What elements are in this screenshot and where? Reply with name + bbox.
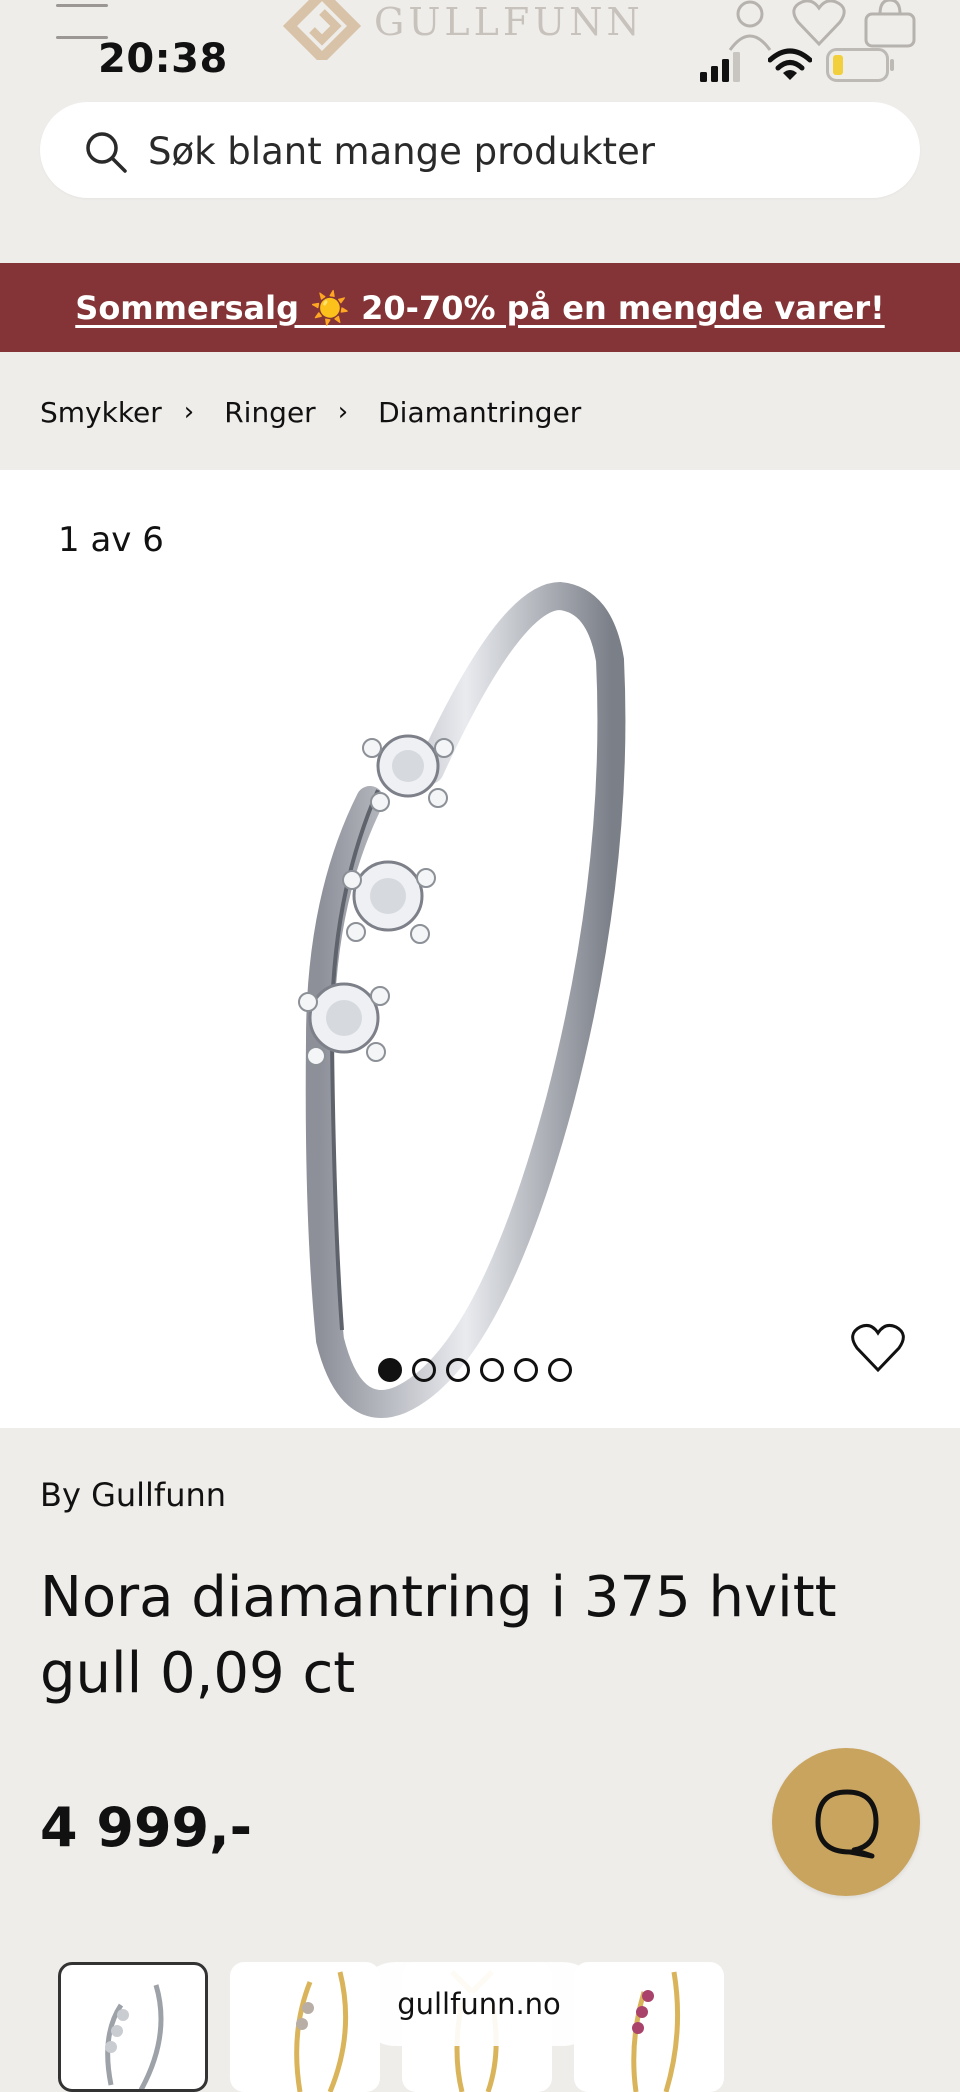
pagination-dot[interactable] <box>480 1358 504 1382</box>
status-time: 20:38 <box>98 36 228 82</box>
pagination-dot[interactable] <box>412 1358 436 1382</box>
pagination-dot[interactable] <box>514 1358 538 1382</box>
image-counter: 1 av 6 <box>58 520 164 560</box>
chevron-right-icon: › <box>183 397 195 427</box>
product-image-gallery[interactable]: 1 av 6 <box>0 470 960 1428</box>
chat-button[interactable] <box>772 1748 920 1896</box>
thumbnail-image <box>294 1971 349 2092</box>
heart-icon[interactable] <box>792 0 846 46</box>
chevron-right-icon: › <box>337 397 349 427</box>
product-image[interactable] <box>260 540 680 1420</box>
browser-url-pill[interactable]: gullfunn.no <box>354 1962 604 2046</box>
pagination-dot[interactable] <box>446 1358 470 1382</box>
pagination-dot[interactable] <box>378 1358 402 1382</box>
product-price: 4 999,- <box>40 1796 253 1859</box>
search-icon <box>86 132 127 173</box>
favorite-icon[interactable] <box>850 1322 906 1374</box>
account-icon[interactable] <box>728 0 772 52</box>
breadcrumb-item-diamantringer[interactable]: Diamantringer <box>378 396 581 429</box>
breadcrumb-item-ringer[interactable]: Ringer <box>224 396 316 429</box>
search-input[interactable]: Søk blant mange produkter <box>148 130 655 173</box>
promo-link[interactable]: Sommersalg ☀️ 20-70% på en mengde varer! <box>75 289 884 327</box>
browser-url[interactable]: gullfunn.no <box>397 1987 561 2021</box>
breadcrumb: Smykker › Ringer › Diamantringer <box>40 392 581 432</box>
pagination-dot[interactable] <box>548 1358 572 1382</box>
image-pagination <box>378 1358 572 1382</box>
variant-thumbnail[interactable] <box>230 1962 380 2092</box>
product-brand[interactable]: By Gullfunn <box>40 1476 226 1514</box>
header: 20:38 GULLFUNN Søk blant mange produkter <box>0 0 960 262</box>
cart-icon[interactable] <box>862 0 918 50</box>
promo-banner[interactable]: Sommersalg ☀️ 20-70% på en mengde varer! <box>0 263 960 352</box>
battery-icon <box>826 48 894 82</box>
product-title: Nora diamantring i 375 hvitt gull 0,09 c… <box>40 1565 837 1706</box>
wifi-icon <box>768 48 812 80</box>
thumbnail-image <box>105 1984 164 2089</box>
signal-icon <box>700 52 740 82</box>
breadcrumb-item-smykker[interactable]: Smykker <box>40 396 162 429</box>
variant-thumbnail[interactable] <box>58 1962 208 2092</box>
chat-icon <box>815 1789 879 1859</box>
logo-icon[interactable] <box>282 0 362 60</box>
search-bar[interactable]: Søk blant mange produkter <box>40 102 920 198</box>
brand-logo-text[interactable]: GULLFUNN <box>374 0 644 44</box>
